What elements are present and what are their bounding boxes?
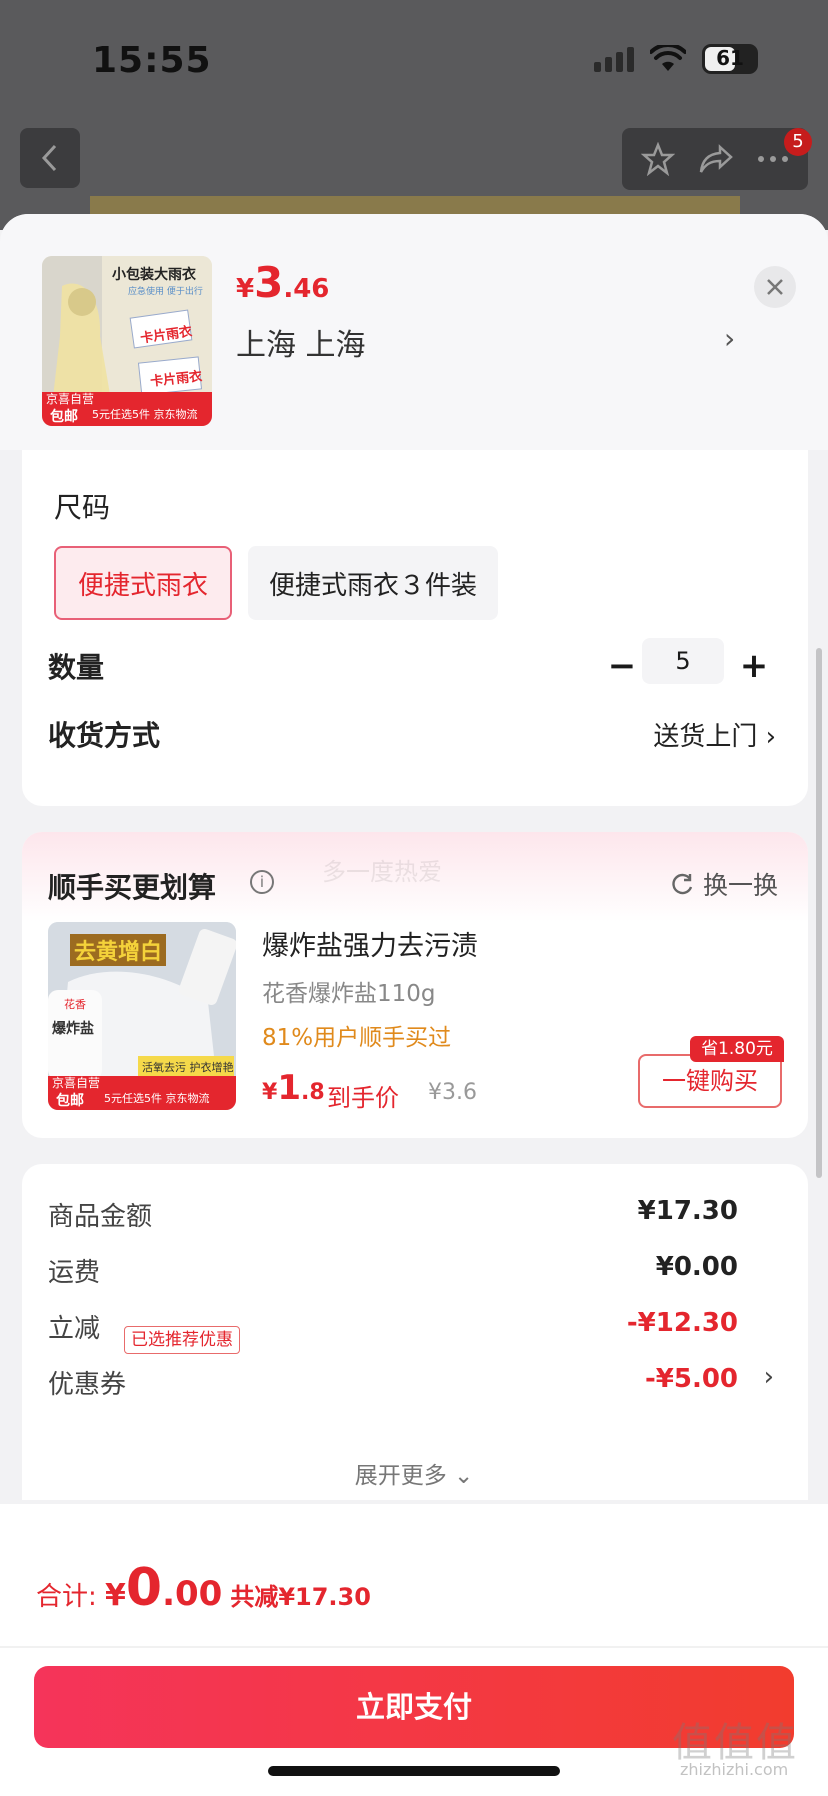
corner-watermark-url: zhizhizhi.com	[680, 1760, 789, 1779]
recommend-thumb-banner: 5元任选5件 京东物流	[104, 1092, 210, 1105]
refresh-icon	[672, 873, 693, 895]
discount-value: -¥12.30	[626, 1308, 738, 1338]
recommend-item-spec: 花香爆炸盐110g	[262, 981, 436, 1007]
delivery-method-label: 收货方式	[48, 719, 161, 752]
recommend-item-bought: 81%用户顺手买过	[262, 1025, 452, 1051]
goods-amount-label: 商品金额	[48, 1202, 153, 1232]
recommend-item-price: ¥1.8	[262, 1068, 325, 1108]
watermark-text: 多一度热爱	[322, 858, 442, 886]
purchase-sheet: 小包装大雨衣 应急使用 便于出行 卡片雨衣 卡片雨衣 京喜自营 包邮 5元任选5…	[0, 214, 828, 1796]
message-badge: 5	[784, 128, 812, 156]
size-label: 尺码	[54, 491, 111, 524]
recommend-thumb-label: 爆炸盐	[52, 1021, 94, 1037]
thumb-free-ship-tag: 包邮	[50, 409, 78, 425]
refresh-label: 换一换	[702, 871, 778, 900]
recommend-thumb-label: 花香	[64, 998, 86, 1011]
close-icon	[767, 279, 783, 295]
save-amount-badge: 省1.80元	[690, 1036, 784, 1062]
expand-more-button[interactable]: 展开更多 ⌄	[0, 1456, 828, 1490]
top-action-group	[622, 128, 808, 190]
coupon-value[interactable]: -¥5.00	[645, 1364, 738, 1394]
spec-card: 尺码 便捷式雨衣 便捷式雨衣３件装 数量 − 5 + 收货方式 送货上门 ›	[22, 450, 808, 806]
scrollbar[interactable]	[816, 648, 822, 1178]
delivery-location[interactable]: 上海 上海	[236, 320, 366, 364]
thumb-subtitle: 应急使用 便于出行	[128, 287, 203, 297]
quantity-minus-button[interactable]: −	[602, 646, 642, 686]
home-indicator[interactable]	[268, 1766, 560, 1776]
recommend-thumb-title: 去黄增白	[70, 934, 167, 966]
battery-level: 61	[716, 46, 744, 70]
recommend-item-name[interactable]: 爆炸盐强力去污渍	[262, 924, 478, 963]
recommend-thumbnail[interactable]: 去黄增白 花香 爆炸盐 活氧去污 护衣增艳 京喜自营 包邮 5元任选5件 京东物…	[48, 922, 236, 1110]
coupon-chevron-icon[interactable]: ›	[764, 1362, 774, 1392]
refresh-button[interactable]: 换一换	[669, 866, 778, 902]
recommend-card: 多一度热爱 顺手买更划算 i 换一换 去黄增白 花香 爆炸盐 活氧去污 护衣增艳…	[22, 832, 808, 1138]
star-icon[interactable]	[641, 142, 676, 176]
original-price: ¥3.6	[428, 1080, 477, 1105]
quantity-label: 数量	[48, 651, 105, 684]
recommend-thumb-self-run-tag: 京喜自营	[52, 1076, 101, 1090]
signal-icon	[594, 46, 634, 72]
shipping-label: 运费	[48, 1258, 101, 1288]
quantity-input[interactable]: 5	[642, 638, 724, 684]
info-icon[interactable]: i	[250, 870, 274, 894]
coupon-recommend-tag: 已选推荐优惠	[124, 1326, 240, 1354]
thumb-title: 小包装大雨衣	[112, 267, 196, 283]
product-price: ¥3.46	[236, 258, 330, 307]
status-time: 15:55	[92, 40, 212, 81]
location-chevron-icon[interactable]: ›	[724, 322, 735, 355]
thumb-self-run-tag: 京喜自营	[46, 392, 95, 406]
status-icons: 61	[594, 44, 758, 74]
share-icon[interactable]	[698, 143, 734, 175]
discount-label: 立减	[48, 1314, 101, 1344]
shipping-value: ¥0.00	[655, 1252, 738, 1282]
total-amount: 合计: ¥0.00 共减¥17.30	[36, 1558, 371, 1618]
size-option[interactable]: 便捷式雨衣３件装	[248, 546, 498, 620]
wifi-icon	[650, 45, 686, 71]
recommend-thumb-strip: 活氧去污 护衣增艳	[142, 1061, 234, 1074]
thumb-banner: 5元任选5件 京东物流	[92, 408, 198, 421]
product-thumbnail: 小包装大雨衣 应急使用 便于出行 卡片雨衣 卡片雨衣 京喜自营 包邮 5元任选5…	[42, 256, 212, 426]
more-icon[interactable]	[757, 154, 789, 164]
delivery-method-value[interactable]: 送货上门 ›	[653, 716, 776, 753]
chevron-left-icon	[41, 144, 57, 172]
recommend-thumb-free-ship-tag: 包邮	[56, 1093, 84, 1109]
one-click-buy-button[interactable]: 一键购买	[638, 1054, 782, 1108]
goods-amount-value: ¥17.30	[637, 1196, 738, 1226]
recommend-title: 顺手买更划算	[48, 871, 217, 904]
quantity-plus-button[interactable]: +	[734, 646, 774, 686]
size-option-selected[interactable]: 便捷式雨衣	[54, 546, 232, 620]
sheet-header: 小包装大雨衣 应急使用 便于出行 卡片雨衣 卡片雨衣 京喜自营 包邮 5元任选5…	[0, 214, 828, 450]
coupon-label: 优惠券	[48, 1370, 127, 1400]
final-price-label: 到手价	[327, 1084, 399, 1112]
battery-icon: 61	[702, 44, 758, 74]
back-button[interactable]	[20, 128, 80, 188]
close-button[interactable]	[754, 266, 796, 308]
